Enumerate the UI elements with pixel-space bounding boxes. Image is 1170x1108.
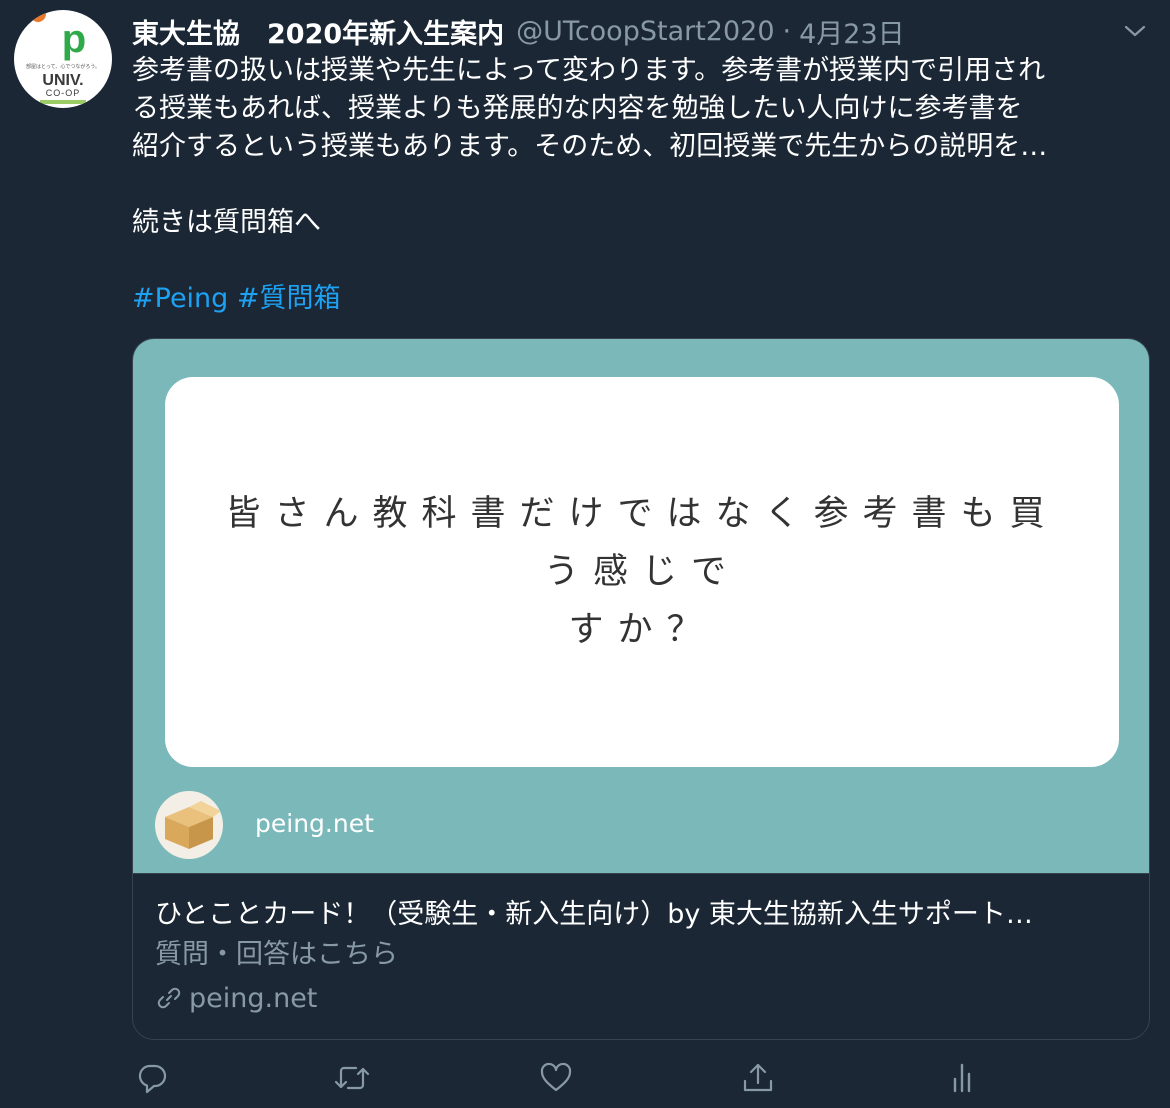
continuation-text: 続きは質問箱へ bbox=[132, 207, 321, 238]
question-line-1: 皆さん教科書だけではなく参考書も買う感じで bbox=[225, 494, 1059, 592]
card-description: 質問・回答はこちら bbox=[155, 939, 398, 970]
question-line-2: すか？ bbox=[568, 610, 716, 650]
card-title: ひとことカード！（受験生・新入生向け）by 東大生協新入生サポート… bbox=[155, 899, 1033, 930]
hashtag-peing[interactable]: #Peing bbox=[132, 283, 228, 314]
avatar[interactable]: p 部屋はとって、心でつながろう。 UNIV. CO-OP bbox=[14, 10, 112, 108]
question-text: 皆さん教科書だけではなく参考書も買う感じで すか？ bbox=[205, 485, 1079, 659]
tweet-text-line-1: 参考書の扱いは授業や先生によって変わります。参考書が授業内で引用され bbox=[132, 55, 1046, 86]
card-image-domain: peing.net bbox=[255, 809, 374, 838]
avatar-sub: CO-OP bbox=[46, 88, 81, 98]
card-link-domain: peing.net bbox=[189, 982, 318, 1014]
share-icon[interactable] bbox=[738, 1058, 778, 1098]
like-icon[interactable] bbox=[536, 1058, 576, 1098]
link-icon bbox=[157, 987, 181, 1009]
hashtag-line: #Peing #質問箱 bbox=[132, 280, 1152, 318]
question-box: 皆さん教科書だけではなく参考書も買う感じで すか？ bbox=[165, 377, 1119, 767]
avatar-brand: UNIV. bbox=[42, 72, 83, 89]
card-image[interactable]: 皆さん教科書だけではなく参考書も買う感じで すか？ peing.net bbox=[133, 339, 1149, 873]
retweet-icon[interactable] bbox=[332, 1058, 372, 1098]
display-name[interactable]: 東大生協 2020年新入生案内 bbox=[132, 12, 504, 51]
card-link: peing.net bbox=[155, 976, 1127, 1020]
card-meta[interactable]: ひとことカード！（受験生・新入生向け）by 東大生協新入生サポート… 質問・回答… bbox=[133, 873, 1149, 1039]
avatar-tagline: 部屋はとって、心でつながろう。 bbox=[26, 63, 100, 70]
link-card[interactable]: 皆さん教科書だけではなく参考書も買う感じで すか？ peing.net ひとこと… bbox=[132, 338, 1150, 1040]
box-icon bbox=[155, 791, 223, 859]
action-bar bbox=[132, 1058, 992, 1102]
reply-icon[interactable] bbox=[132, 1058, 172, 1098]
chevron-down-icon[interactable] bbox=[1122, 18, 1148, 44]
tweet: p 部屋はとって、心でつながろう。 UNIV. CO-OP 東大生協 2020年… bbox=[0, 0, 1170, 1108]
user-handle[interactable]: @UTcoopStart2020 bbox=[516, 16, 774, 47]
tweet-text-line-2: る授業もあれば、授業よりも発展的な内容を勉強したい人向けに参考書を bbox=[132, 93, 1023, 124]
hashtag-shitsumonbako[interactable]: #質問箱 bbox=[237, 283, 341, 314]
analytics-icon[interactable] bbox=[942, 1058, 982, 1098]
logo-letter: p bbox=[62, 17, 86, 61]
tweet-text-line-3: 紹介するという授業もあります。そのため、初回授業で先生からの説明を… bbox=[132, 131, 1048, 162]
tweet-text: 参考書の扱いは授業や先生によって変わります。参考書が授業内で引用され る授業もあ… bbox=[132, 52, 1152, 318]
tweet-header: 東大生協 2020年新入生案内 @UTcoopStart2020 · 4月23日 bbox=[132, 12, 1132, 50]
tweet-date[interactable]: 4月23日 bbox=[799, 12, 905, 51]
separator-dot: · bbox=[782, 15, 792, 47]
